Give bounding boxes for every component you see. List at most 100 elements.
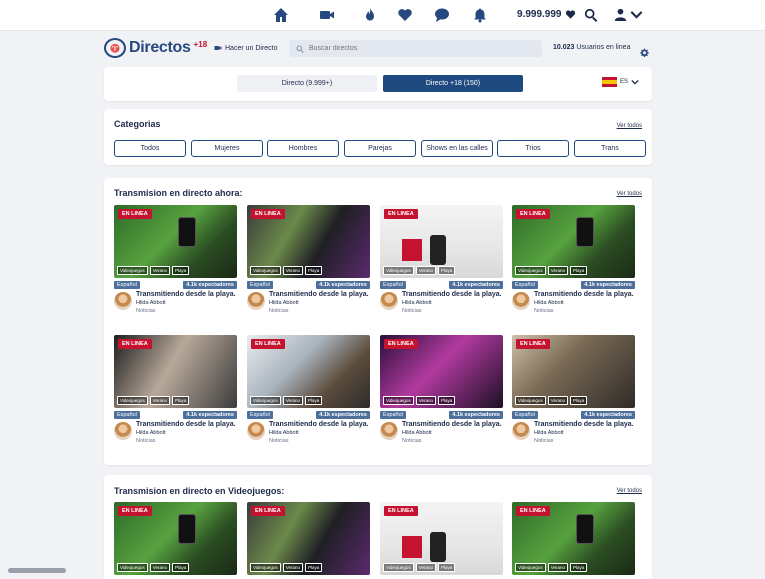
stream-card[interactable]: EN LINEA Videojuegos Verano Playa Español 4.1… xyxy=(380,205,503,319)
stream-thumbnail[interactable]: EN LINEA Videojuegos Verano Playa xyxy=(247,335,370,408)
user-menu[interactable] xyxy=(614,8,643,21)
bell-icon[interactable] xyxy=(471,7,489,23)
stream-category[interactable]: Noticias xyxy=(136,438,156,444)
stream-tag[interactable]: Playa xyxy=(171,563,190,572)
stream-card[interactable]: EN LINEA Videojuegos Verano Playa Español 4.1… xyxy=(380,335,503,449)
stream-card[interactable]: EN LINEA Videojuegos Verano Playa Español 4.1… xyxy=(512,335,635,449)
stream-thumbnail[interactable]: EN LINEA Videojuegos Verano Playa xyxy=(380,205,503,278)
category-shows-calles[interactable]: Shows en las calles xyxy=(421,140,493,157)
stream-tag[interactable]: Videojuegos xyxy=(383,396,414,405)
stream-tag[interactable]: Verano xyxy=(282,266,303,275)
stream-tag[interactable]: Playa xyxy=(437,266,456,275)
stream-tag[interactable]: Playa xyxy=(437,396,456,405)
stream-tag[interactable]: Playa xyxy=(437,563,456,572)
stream-tag[interactable]: Videojuegos xyxy=(383,563,414,572)
stream-tag[interactable]: Videojuegos xyxy=(515,563,546,572)
heart-icon[interactable] xyxy=(396,7,414,23)
category-parejas[interactable]: Parejas xyxy=(344,140,416,157)
tab-directo-adult[interactable]: Directo +18 (150) xyxy=(383,75,523,92)
stream-category[interactable]: Noticias xyxy=(269,438,289,444)
category-hombres[interactable]: Hombres xyxy=(267,140,339,157)
avatar[interactable] xyxy=(114,292,132,310)
category-mujeres[interactable]: Mujeres xyxy=(191,140,263,157)
language-selector[interactable]: ES xyxy=(602,77,639,87)
stream-category[interactable]: Noticias xyxy=(534,308,554,314)
stream-tag[interactable]: Verano xyxy=(547,396,568,405)
stream-title[interactable]: Transmitiendo desde la playa. xyxy=(402,291,502,298)
chat-icon[interactable] xyxy=(433,7,451,23)
category-todos[interactable]: Todos xyxy=(114,140,186,157)
avatar[interactable] xyxy=(380,292,398,310)
stream-host-name[interactable]: Hilda Abbott xyxy=(534,430,564,436)
categories-see-all-link[interactable]: Ver todos xyxy=(617,123,642,129)
go-live-button[interactable]: Hacer un Directo xyxy=(214,44,278,52)
stream-host-name[interactable]: Hilda Abbott xyxy=(136,430,166,436)
stream-tag[interactable]: Verano xyxy=(547,563,568,572)
stream-thumbnail[interactable]: EN LINEA Videojuegos Verano Playa xyxy=(247,502,370,575)
stream-title[interactable]: Transmitiendo desde la playa. xyxy=(136,421,236,428)
stream-category[interactable]: Noticias xyxy=(136,308,156,314)
stream-thumbnail[interactable]: EN LINEA Videojuegos Verano Playa xyxy=(380,335,503,408)
category-trios[interactable]: Trios xyxy=(497,140,569,157)
stream-category[interactable]: Noticias xyxy=(402,308,422,314)
search-input[interactable] xyxy=(309,45,529,52)
video-icon[interactable] xyxy=(318,7,336,23)
tab-directo[interactable]: Directo (9.999+) xyxy=(237,75,377,92)
stream-tag[interactable]: Playa xyxy=(171,396,190,405)
stream-tag[interactable]: Videojuegos xyxy=(383,266,414,275)
stream-tag[interactable]: Playa xyxy=(304,563,323,572)
stream-tag[interactable]: Playa xyxy=(304,266,323,275)
horizontal-scrollbar[interactable] xyxy=(8,568,66,573)
stream-host-name[interactable]: Hilda Abbott xyxy=(269,430,299,436)
stream-tag[interactable]: Videojuegos xyxy=(515,396,546,405)
stream-tag[interactable]: Videojuegos xyxy=(250,396,281,405)
stream-tag[interactable]: Videojuegos xyxy=(117,396,148,405)
stream-tag[interactable]: Verano xyxy=(149,563,170,572)
stream-host-name[interactable]: Hilda Abbott xyxy=(136,300,166,306)
stream-tag[interactable]: Verano xyxy=(149,266,170,275)
live-now-see-all-link[interactable]: Ver todos xyxy=(617,191,642,197)
stream-card[interactable]: EN LINEA Videojuegos Verano Playa Español 4.1… xyxy=(512,205,635,319)
avatar[interactable] xyxy=(380,422,398,440)
search-icon[interactable] xyxy=(584,8,600,24)
stream-host-name[interactable]: Hilda Abbott xyxy=(402,430,432,436)
stream-thumbnail[interactable]: EN LINEA Videojuegos Verano Playa xyxy=(114,335,237,408)
stream-card[interactable]: EN LINEA Videojuegos Verano Playa xyxy=(512,502,635,575)
stream-title[interactable]: Transmitiendo desde la playa. xyxy=(269,421,369,428)
flame-icon[interactable] xyxy=(361,7,379,23)
stream-tag[interactable]: Verano xyxy=(415,396,436,405)
stream-host-name[interactable]: Hilda Abbott xyxy=(534,300,564,306)
stream-card[interactable]: EN LINEA Videojuegos Verano Playa xyxy=(114,502,237,575)
stream-title[interactable]: Transmitiendo desde la playa. xyxy=(136,291,236,298)
stream-thumbnail[interactable]: EN LINEA Videojuegos Verano Playa xyxy=(114,205,237,278)
avatar[interactable] xyxy=(512,292,530,310)
stream-thumbnail[interactable]: EN LINEA Videojuegos Verano Playa xyxy=(512,205,635,278)
avatar[interactable] xyxy=(114,422,132,440)
stream-card[interactable]: EN LINEA Videojuegos Verano Playa Español 4.1… xyxy=(114,205,237,319)
coin-balance[interactable]: 9.999.999 xyxy=(517,9,576,20)
gear-icon[interactable] xyxy=(640,44,649,57)
category-trans[interactable]: Trans xyxy=(574,140,646,157)
avatar[interactable] xyxy=(512,422,530,440)
site-logo[interactable]: ♈ Directos +18 xyxy=(104,38,207,58)
stream-title[interactable]: Transmitiendo desde la playa. xyxy=(534,421,634,428)
stream-tag[interactable]: Videojuegos xyxy=(250,563,281,572)
stream-card[interactable]: EN LINEA Videojuegos Verano Playa Español 4.1… xyxy=(247,205,370,319)
stream-card[interactable]: EN LINEA Videojuegos Verano Playa Español 4.1… xyxy=(114,335,237,449)
stream-host-name[interactable]: Hilda Abbott xyxy=(269,300,299,306)
stream-tag[interactable]: Playa xyxy=(569,563,588,572)
stream-tag[interactable]: Verano xyxy=(282,396,303,405)
stream-tag[interactable]: Playa xyxy=(171,266,190,275)
stream-tag[interactable]: Verano xyxy=(415,266,436,275)
stream-title[interactable]: Transmitiendo desde la playa. xyxy=(534,291,634,298)
stream-thumbnail[interactable]: EN LINEA Videojuegos Verano Playa xyxy=(512,335,635,408)
stream-card[interactable]: EN LINEA Videojuegos Verano Playa xyxy=(380,502,503,575)
stream-tag[interactable]: Verano xyxy=(149,396,170,405)
stream-tag[interactable]: Videojuegos xyxy=(117,266,148,275)
stream-thumbnail[interactable]: EN LINEA Videojuegos Verano Playa xyxy=(247,205,370,278)
stream-category[interactable]: Noticias xyxy=(534,438,554,444)
home-icon[interactable] xyxy=(272,7,290,23)
stream-tag[interactable]: Playa xyxy=(304,396,323,405)
stream-category[interactable]: Noticias xyxy=(269,308,289,314)
games-see-all-link[interactable]: Ver todos xyxy=(617,488,642,494)
